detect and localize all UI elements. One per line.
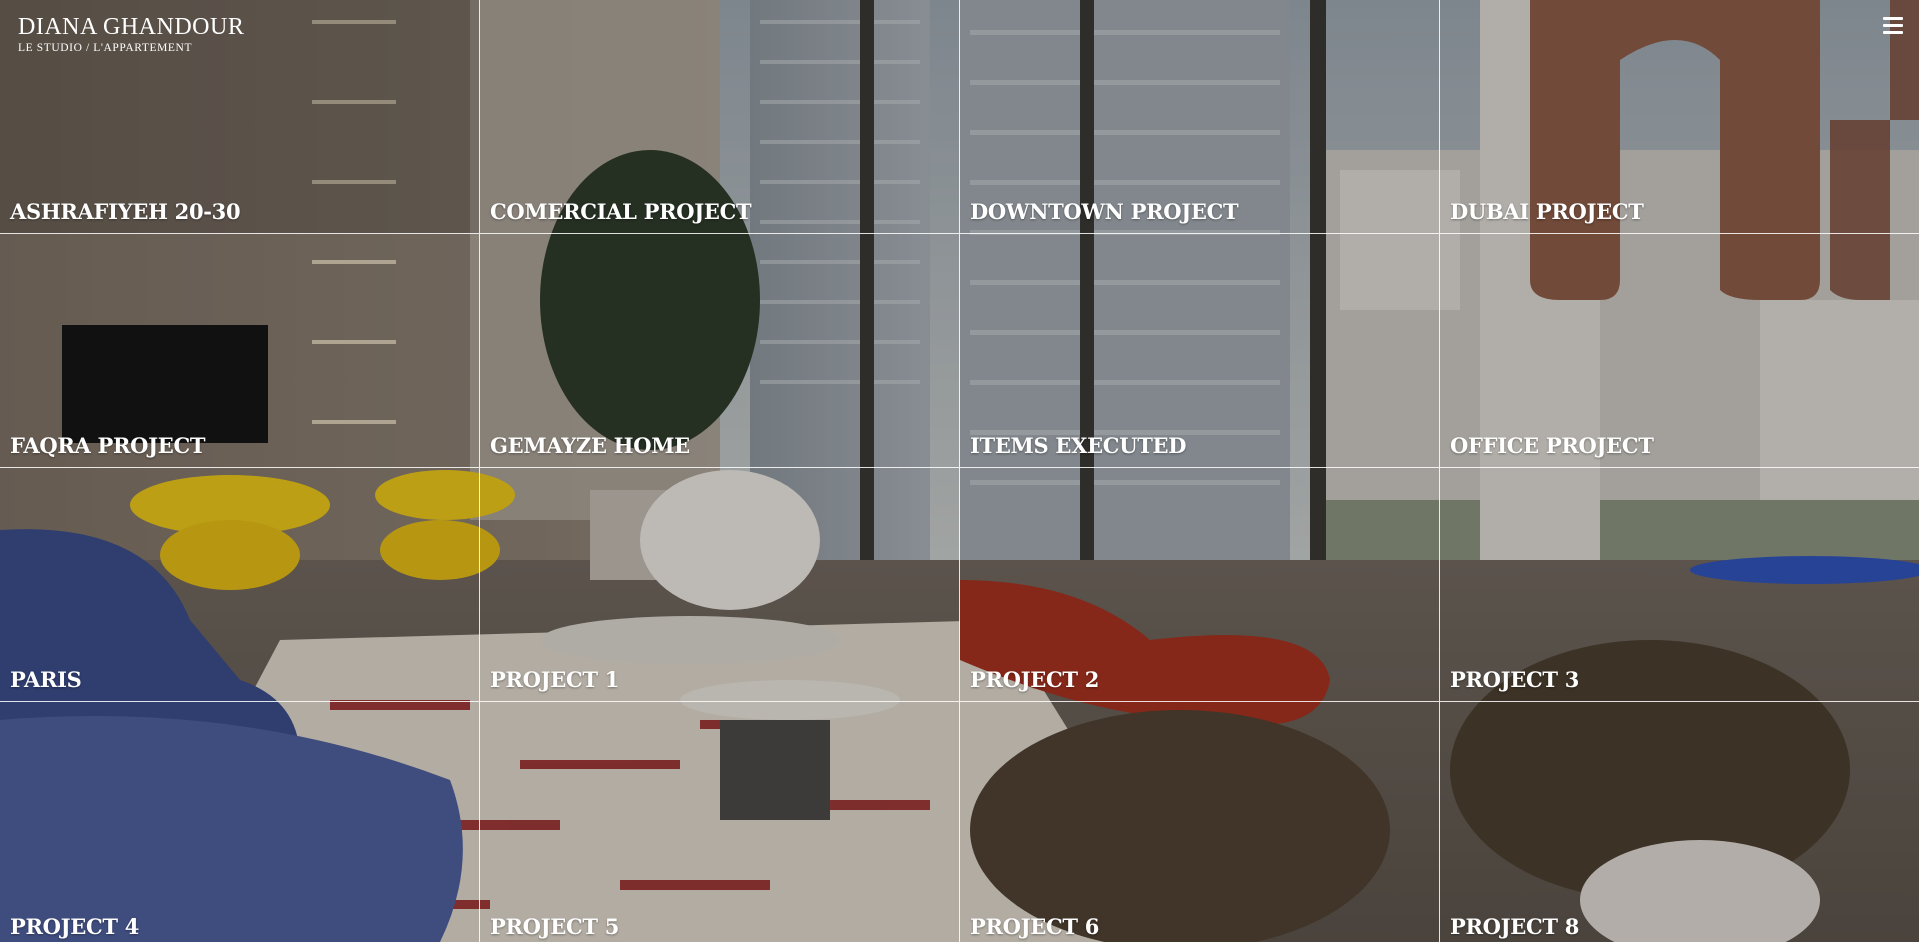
site-logo[interactable]: DIANA GHANDOUR LE STUDIO / L'APPARTEMENT [18,14,244,55]
project-tile-downtown[interactable]: DOWNTOWN PROJECT [960,0,1440,234]
hamburger-menu-icon[interactable] [1883,17,1903,35]
page: ASHRAFIYEH 20-30 COMERCIAL PROJECT DOWNT… [0,0,1919,942]
project-title: PROJECT 8 [1450,914,1580,939]
project-title: PROJECT 5 [490,914,620,939]
project-tile-project-1[interactable]: PROJECT 1 [480,468,960,702]
project-tile-paris[interactable]: PARIS [0,468,480,702]
project-title: PROJECT 4 [10,914,140,939]
project-title: DOWNTOWN PROJECT [970,199,1239,224]
project-tile-office[interactable]: OFFICE PROJECT [1440,234,1919,468]
project-title: PROJECT 6 [970,914,1100,939]
project-tile-faqra[interactable]: FAQRA PROJECT [0,234,480,468]
project-title: COMERCIAL PROJECT [490,199,752,224]
project-tile-project-5[interactable]: PROJECT 5 [480,702,960,942]
project-title: ASHRAFIYEH 20-30 [10,199,241,224]
project-title: PROJECT 2 [970,667,1100,692]
project-title: PARIS [10,667,82,692]
project-title: DUBAI PROJECT [1450,199,1644,224]
project-tile-project-4[interactable]: PROJECT 4 [0,702,480,942]
project-tile-project-6[interactable]: PROJECT 6 [960,702,1440,942]
project-title: FAQRA PROJECT [10,433,206,458]
menu-bar-bottom [1883,31,1903,34]
project-tile-project-2[interactable]: PROJECT 2 [960,468,1440,702]
project-tile-dubai[interactable]: DUBAI PROJECT [1440,0,1919,234]
project-title: ITEMS EXECUTED [970,433,1187,458]
menu-bar-top [1883,17,1903,20]
project-title: GEMAYZE HOME [490,433,690,458]
brand-tagline: LE STUDIO / L'APPARTEMENT [18,42,193,54]
project-tile-comercial[interactable]: COMERCIAL PROJECT [480,0,960,234]
project-tile-project-3[interactable]: PROJECT 3 [1440,468,1919,702]
brand-name: DIANA GHANDOUR [18,14,245,40]
project-title: PROJECT 3 [1450,667,1580,692]
project-tile-gemayze[interactable]: GEMAYZE HOME [480,234,960,468]
projects-grid: ASHRAFIYEH 20-30 COMERCIAL PROJECT DOWNT… [0,0,1919,942]
project-tile-project-8[interactable]: PROJECT 8 [1440,702,1919,942]
project-tile-items-executed[interactable]: ITEMS EXECUTED [960,234,1440,468]
menu-bar-middle [1883,24,1903,27]
project-title: OFFICE PROJECT [1450,433,1654,458]
project-title: PROJECT 1 [490,667,620,692]
